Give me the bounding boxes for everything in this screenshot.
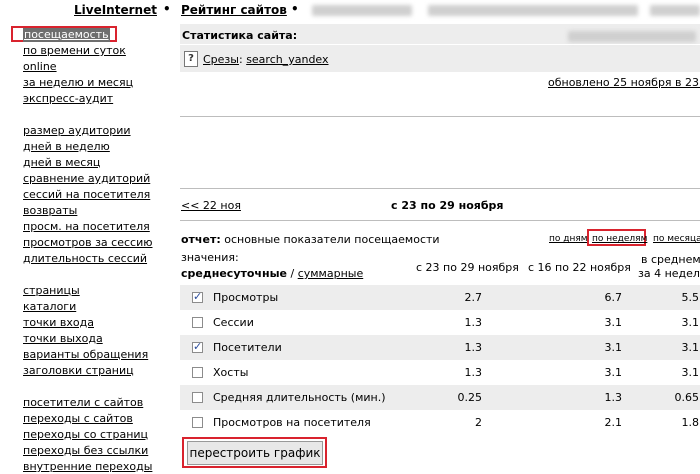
metric-value-c2: 3.1 [604, 366, 623, 379]
table-row: Просмотры 2.7 6.7 5.5 [180, 285, 700, 310]
sidebar-item-express-audit[interactable]: экспресс-аудит [23, 92, 113, 106]
slices-link[interactable]: Срезы [203, 53, 239, 66]
sidebar-item-entry-points[interactable]: точки входа [23, 316, 94, 330]
mode-daily: среднесуточные [181, 267, 287, 280]
column-header-avg-line1: в среднем [641, 253, 700, 266]
metric-value-c3: 3.1 [681, 341, 700, 354]
metric-value-c3: 3.1 [681, 366, 700, 379]
column-header-avg-line2: за 4 недели [638, 267, 700, 280]
sidebar-item-internal-referrals[interactable]: внутренние переходы [23, 460, 152, 474]
help-icon[interactable]: ? [184, 51, 198, 67]
by-days-link[interactable]: по дням [549, 234, 588, 244]
report-title: отчет: основные показатели посещаемости [181, 233, 440, 246]
sidebar-item-views-per-visitor[interactable]: просм. на посетителя [23, 220, 150, 234]
metric-checkbox[interactable] [192, 317, 203, 328]
divider [180, 44, 700, 45]
sidebar-item-week-month[interactable]: за неделю и месяц [23, 76, 133, 90]
by-months-link[interactable]: по месяцам [653, 234, 700, 244]
metric-value-c2: 3.1 [604, 316, 623, 329]
stats-title: Статистика сайта: [182, 29, 298, 42]
metric-label: Просмотров на посетителя [213, 416, 371, 429]
by-weeks-link[interactable]: по неделям [592, 234, 647, 244]
sidebar-item-days-week[interactable]: дней в неделю [23, 140, 110, 154]
metric-value-c1: 2 [475, 416, 482, 429]
report-name: основные показатели посещаемости [224, 233, 440, 246]
sidebar-item-sessions-per-visitor[interactable]: сессий на посетителя [23, 188, 150, 202]
sidebar-item-exit-points[interactable]: точки выхода [23, 332, 103, 346]
metric-value-c1: 1.3 [464, 366, 483, 379]
rebuild-chart-button[interactable]: перестроить график [187, 441, 323, 465]
blurred-site-name [568, 31, 696, 42]
sidebar-item-direct-traffic[interactable]: переходы без ссылки [23, 444, 148, 458]
divider [180, 220, 700, 221]
metric-checkbox[interactable] [192, 367, 203, 378]
sidebar-item-time-of-day[interactable]: по времени суток [23, 44, 126, 58]
metric-label: Хосты [213, 366, 249, 379]
divider [180, 188, 700, 189]
metric-value-c2: 2.1 [604, 416, 623, 429]
metric-checkbox[interactable] [192, 392, 203, 403]
sidebar-item-session-duration[interactable]: длительность сессий [23, 252, 147, 266]
slice-search-yandex[interactable]: search_yandex [246, 53, 328, 66]
metric-label: Сессии [213, 316, 254, 329]
sidebar-item-returns[interactable]: возвраты [23, 204, 77, 218]
liveinternet-link[interactable]: LiveInternet [74, 3, 157, 17]
blurred-nav-item [650, 5, 700, 16]
sidebar-item-days-month[interactable]: дней в месяц [23, 156, 100, 170]
metric-value-c1: 1.3 [464, 341, 483, 354]
sidebar-item-online[interactable]: online [23, 60, 57, 74]
slices-line: Срезы: search_yandex [203, 53, 329, 66]
metric-value-c2: 1.3 [604, 391, 623, 404]
blurred-nav-item [312, 5, 412, 16]
column-header-prev-week: с 16 по 22 ноября [528, 261, 631, 274]
mode-sep: / [286, 267, 298, 280]
sidebar-item-views-per-session[interactable]: просмотров за сессию [23, 236, 153, 250]
table-row: Посетители 1.3 3.1 3.1 [180, 335, 700, 360]
updated-link[interactable]: обновлено 25 ноября в 23:59 [548, 76, 700, 89]
sidebar-item-attendance[interactable]: посещаемость [23, 28, 110, 42]
column-header-current-week: с 23 по 29 ноября [416, 261, 519, 274]
sidebar-item-catalogs[interactable]: каталоги [23, 300, 76, 314]
slices-sep: : [238, 53, 243, 66]
metric-checkbox[interactable] [192, 417, 203, 428]
nav-bullet: • [291, 2, 299, 16]
metric-value-c2: 6.7 [604, 291, 623, 304]
table-row: Хосты 1.3 3.1 3.1 [180, 360, 700, 385]
sidebar-item-audience-compare[interactable]: сравнение аудиторий [23, 172, 150, 186]
top-bar: LiveInternet • Рейтинг сайтов • [0, 0, 700, 20]
metric-label: Средняя длительность (мин.) [213, 391, 386, 404]
blurred-nav-item [428, 5, 638, 16]
metric-value-c3: 0.65 [674, 391, 700, 404]
sidebar-item-referrals-sites[interactable]: переходы с сайтов [23, 412, 133, 426]
metric-value-c1: 2.7 [464, 291, 483, 304]
metric-checkbox[interactable] [192, 340, 203, 353]
metric-checkbox[interactable] [192, 290, 203, 303]
mode-total-link[interactable]: суммарные [298, 267, 364, 280]
table-row: Просмотров на посетителя 2 2.1 1.8 [180, 410, 700, 435]
values-label: значения: [181, 251, 239, 264]
values-mode: среднесуточные / суммарные [181, 267, 363, 280]
metric-label: Просмотры [213, 291, 279, 304]
sidebar-item-page-titles[interactable]: заголовки страниц [23, 364, 134, 378]
metric-value-c2: 3.1 [604, 341, 623, 354]
metric-value-c3: 3.1 [681, 316, 700, 329]
sidebar-item-audience-size[interactable]: размер аудитории [23, 124, 131, 138]
nav-bullet: • [163, 2, 171, 16]
metric-value-c3: 1.8 [681, 416, 700, 429]
divider [180, 116, 700, 117]
rating-link[interactable]: Рейтинг сайтов [181, 3, 287, 17]
sidebar-item-visitors-from-sites[interactable]: посетители с сайтов [23, 396, 143, 410]
metric-value-c1: 1.3 [464, 316, 483, 329]
table-row: Сессии 1.3 3.1 3.1 [180, 310, 700, 335]
table-row: Средняя длительность (мин.) 0.25 1.3 0.65 [180, 385, 700, 410]
metric-value-c3: 5.5 [681, 291, 700, 304]
prev-period-link[interactable]: << 22 ноя [181, 199, 241, 212]
sidebar-item-pages[interactable]: страницы [23, 284, 80, 298]
metric-label: Посетители [213, 341, 282, 354]
report-label: отчет: [181, 233, 221, 246]
metric-value-c1: 0.25 [457, 391, 483, 404]
current-period: с 23 по 29 ноября [391, 199, 504, 212]
sidebar-item-access-variants[interactable]: варианты обращения [23, 348, 148, 362]
sidebar-item-referrals-pages[interactable]: переходы со страниц [23, 428, 148, 442]
